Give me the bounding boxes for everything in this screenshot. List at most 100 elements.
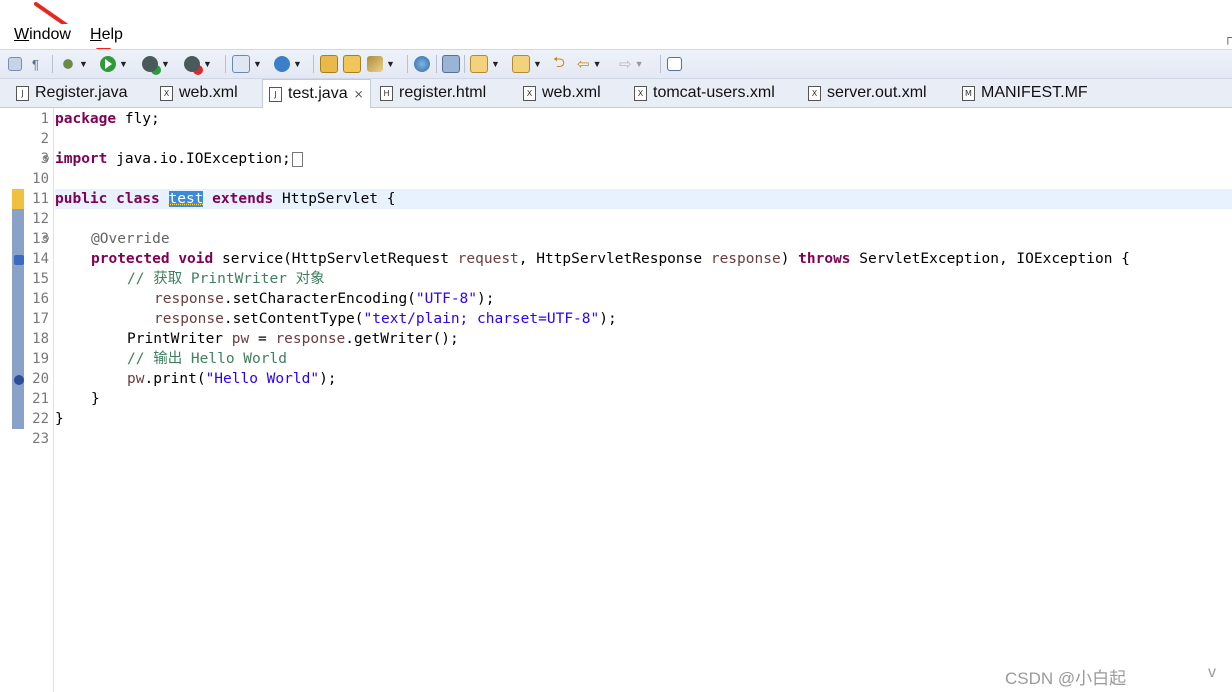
line-number: 1	[40, 111, 49, 127]
chevron-down-icon[interactable]: ▼	[203, 59, 212, 69]
run-server-button[interactable]: ▼	[142, 54, 170, 74]
code-line: }	[91, 391, 100, 407]
tab-label: web.xml	[542, 84, 601, 101]
open-type-button[interactable]	[320, 54, 338, 74]
line-number: 20	[32, 371, 49, 387]
chevron-down-icon[interactable]: ▼	[491, 59, 500, 69]
forward-icon: ⇨	[619, 56, 632, 73]
line-number: 15	[32, 271, 49, 287]
chevron-down-icon[interactable]: ▼	[635, 59, 644, 69]
tab-register-html[interactable]: Hregister.html	[380, 79, 486, 107]
code-line: // 获取 PrintWriter 对象	[127, 271, 325, 287]
line-number: 11	[32, 191, 49, 207]
maximize-button[interactable]	[667, 54, 682, 74]
new-server-button[interactable]: ▼	[232, 54, 262, 74]
toolbar-separator	[407, 55, 408, 73]
run-icon	[100, 56, 116, 72]
html-file-icon: H	[380, 85, 393, 101]
chevron-down-icon[interactable]: ▼	[119, 59, 128, 69]
code-area[interactable]: package fly; import java.io.IOException;…	[55, 108, 1225, 692]
chevron-down-icon[interactable]: ▼	[593, 59, 602, 69]
menu-window-rest: indow	[29, 26, 71, 43]
tab-register-java[interactable]: J Register.java	[16, 79, 128, 107]
show-whitespace-button[interactable]: ¶	[32, 54, 39, 74]
code-line: public class test extends HttpServlet {	[55, 191, 396, 207]
toolbar-separator	[660, 55, 661, 73]
code-editor[interactable]: 1 2 3 ⊕ 10 11 12 13 ⊖ 14 15 16 17 18 19 …	[0, 108, 1232, 692]
open-type-icon	[320, 55, 338, 73]
java-file-icon: J	[16, 85, 29, 101]
window-edge-glyph: ┌	[1223, 30, 1232, 44]
open-folder-button[interactable]	[343, 54, 361, 74]
chevron-down-icon[interactable]: ▼	[386, 59, 395, 69]
globe-button[interactable]	[414, 54, 430, 74]
code-line: // 输出 Hello World	[127, 351, 287, 367]
menu-help-rest: elp	[101, 26, 123, 43]
show-source-icon	[8, 57, 22, 71]
tab-manifest-mf[interactable]: M MANIFEST.MF	[962, 79, 1088, 107]
xml-file-icon: X	[808, 85, 821, 101]
open-folder-icon	[343, 55, 361, 73]
override-icon	[14, 255, 24, 265]
debug-button[interactable]: ▼	[60, 54, 88, 74]
tab-tomcat-users-xml[interactable]: Xtomcat-users.xml	[634, 79, 775, 107]
back-icon: ⇦	[577, 56, 590, 73]
tab-label: server.out.xml	[827, 84, 927, 101]
pilcrow-icon: ¶	[32, 56, 39, 72]
new-class-button[interactable]: ▼	[274, 54, 302, 74]
change-marker	[12, 209, 24, 429]
java-file-icon: J	[269, 86, 282, 102]
fold-collapse-icon[interactable]: ⊖	[42, 233, 50, 244]
tab-label: test.java	[288, 85, 348, 102]
prev-annotation-button[interactable]: ▼	[512, 54, 542, 74]
chevron-down-icon[interactable]: ▼	[79, 59, 88, 69]
tab-server-out-xml[interactable]: Xserver.out.xml	[808, 79, 927, 107]
new-class-icon	[274, 56, 290, 72]
external-tools-button[interactable]: ▼	[184, 54, 212, 74]
last-edit-button[interactable]: ⮌	[553, 54, 565, 74]
forward-button[interactable]: ⇨ ▼	[619, 54, 644, 74]
last-edit-icon: ⮌	[553, 53, 566, 71]
menu-window[interactable]: Window	[14, 26, 71, 44]
folded-imports-indicator[interactable]	[291, 151, 303, 167]
search-button[interactable]: ▼	[367, 54, 395, 74]
next-annotation-button[interactable]: ▼	[470, 54, 500, 74]
run-server-icon	[142, 56, 158, 72]
line-number: 21	[32, 391, 49, 407]
line-number: 10	[32, 171, 49, 187]
show-source-button[interactable]	[8, 54, 22, 74]
overview-ruler	[12, 108, 25, 692]
debug-icon	[60, 56, 76, 72]
toolbar-separator	[313, 55, 314, 73]
menu-help[interactable]: Help	[90, 26, 123, 44]
toolbar-separator	[464, 55, 465, 73]
code-line: }	[55, 411, 64, 427]
editor-tab-bar: J Register.java Xweb.xml Jtest.java ⨯ Hreg…	[0, 79, 1232, 108]
chevron-down-icon[interactable]: ▼	[293, 59, 302, 69]
tab-web-xml-2[interactable]: Xweb.xml	[523, 79, 601, 107]
prev-annotation-icon	[512, 55, 530, 73]
chevron-down-icon[interactable]: ▼	[533, 59, 542, 69]
tab-web-xml[interactable]: Xweb.xml	[160, 79, 238, 107]
menu-bar: Window Help ┌	[0, 24, 1232, 48]
tab-test-java[interactable]: Jtest.java ⨯	[262, 79, 371, 108]
maximize-icon	[667, 57, 682, 71]
close-icon[interactable]: ⨯	[354, 87, 364, 101]
fold-expand-icon[interactable]: ⊕	[42, 153, 50, 164]
run-button[interactable]: ▼	[100, 54, 128, 74]
line-number: 12	[32, 211, 49, 227]
code-line: package fly;	[55, 111, 160, 127]
text-file-icon: M	[962, 85, 975, 101]
tab-label: Register.java	[35, 84, 128, 101]
back-button[interactable]: ⇦ ▼	[577, 54, 602, 74]
breakpoint-icon	[14, 375, 24, 385]
line-number: 18	[32, 331, 49, 347]
chevron-down-icon[interactable]: ▼	[161, 59, 170, 69]
annotation-button[interactable]	[442, 54, 460, 74]
xml-file-icon: X	[634, 85, 647, 101]
chevron-down-icon[interactable]: ▼	[253, 59, 262, 69]
toolbar-separator	[52, 55, 53, 73]
globe-icon	[414, 56, 430, 72]
next-annotation-icon	[470, 55, 488, 73]
line-number: 14	[32, 251, 49, 267]
